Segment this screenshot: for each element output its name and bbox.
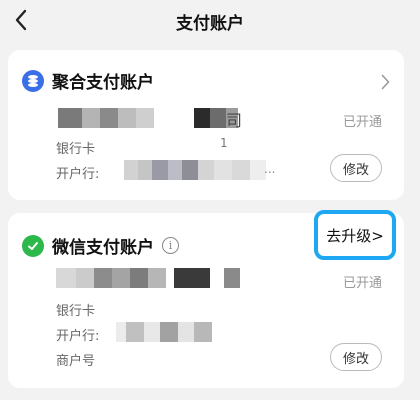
aggregate-account-card[interactable]: 聚合支付账户 司 已开通 银行卡 1 开户行: ... 修改 (8, 50, 404, 200)
info-circle-icon[interactable]: i (162, 237, 179, 254)
aggregate-status: 已开通 (342, 115, 382, 130)
wechat-bank-branch-redacted (116, 322, 212, 342)
bank-card-suffix: 1 (220, 136, 228, 150)
bank-branch-suffix: ... (264, 162, 276, 176)
account-name-redacted (58, 108, 238, 128)
upgrade-button[interactable]: 去升级> (314, 210, 396, 260)
stack-coins-icon (22, 69, 44, 92)
wechat-bank-branch-label: 开户行: (56, 329, 100, 344)
wechat-account-title-row: 微信支付账户 i (22, 233, 179, 258)
aggregate-account-title: 聚合支付账户 (52, 73, 154, 93)
edit-aggregate-button[interactable]: 修改 (330, 154, 382, 182)
edit-wechat-button[interactable]: 修改 (330, 343, 382, 371)
page-title: 支付账户 (176, 14, 244, 34)
wechat-bank-card-label: 银行卡 (56, 304, 96, 319)
wechat-account-card[interactable]: 微信支付账户 i 去升级> 已开通 银行卡 开户行: 商户号 修改 (8, 210, 404, 388)
account-name-suffix: 司 (226, 111, 243, 130)
aggregate-account-title-row: 聚合支付账户 (22, 68, 154, 93)
bank-card-label: 银行卡 (56, 142, 96, 157)
bank-branch-label: 开户行: (56, 167, 100, 182)
wechat-account-title: 微信支付账户 (52, 238, 154, 258)
upgrade-label: 去升级> (326, 226, 384, 245)
wechat-pay-icon (22, 234, 44, 257)
chevron-right-icon[interactable] (381, 74, 390, 90)
header-bar: 支付账户 (0, 0, 420, 42)
wechat-status: 已开通 (342, 276, 382, 291)
wechat-account-name-redacted (56, 268, 240, 288)
merchant-id-label: 商户号 (56, 354, 96, 369)
bank-branch-redacted (124, 160, 266, 180)
